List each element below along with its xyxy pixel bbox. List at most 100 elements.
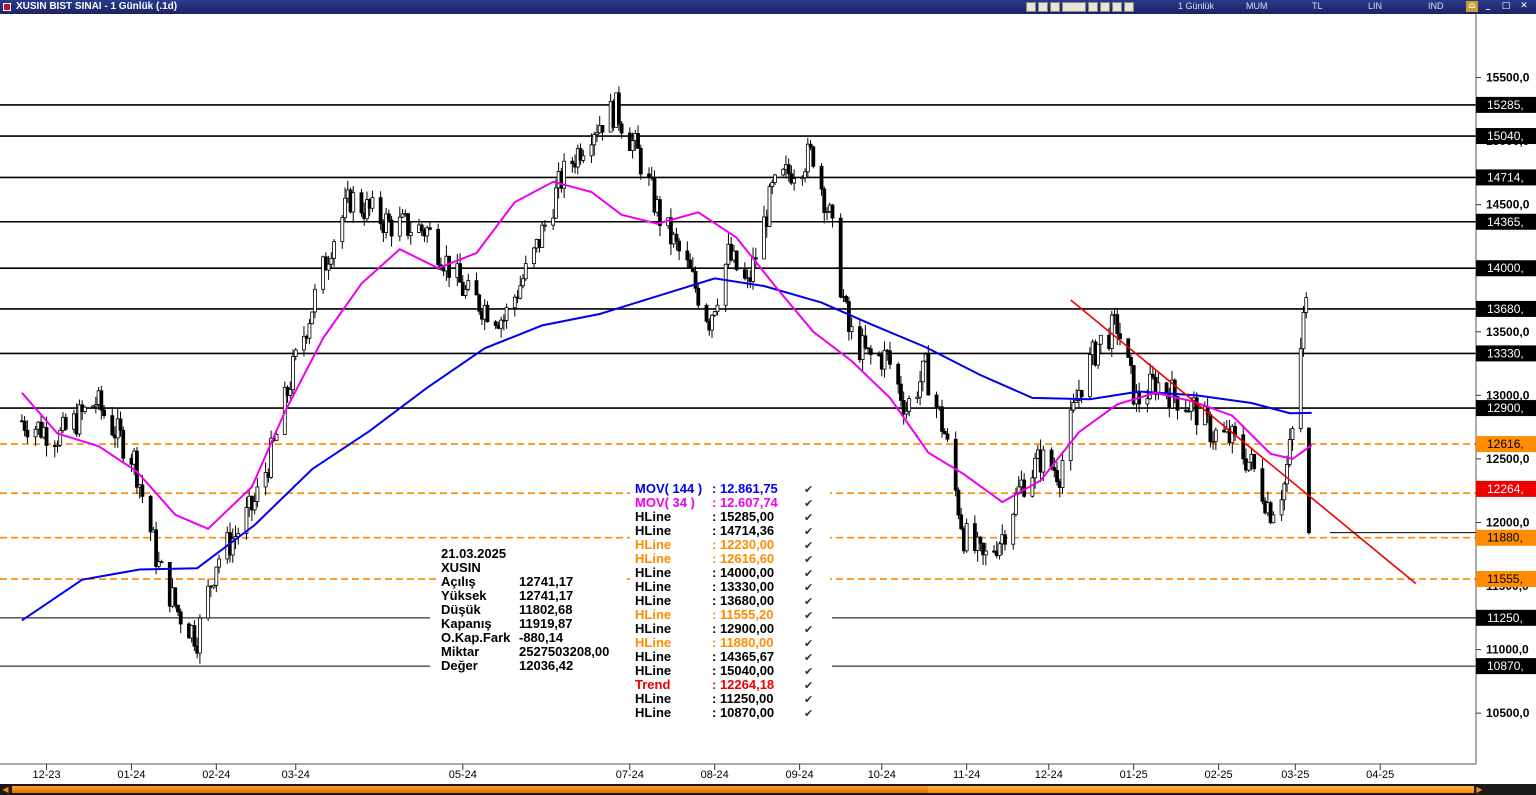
price-tag-label: 11555,: [1487, 572, 1523, 586]
color-icon[interactable]: [1112, 2, 1122, 12]
scroll-left-icon[interactable]: ◀: [1, 785, 10, 794]
pin-icon[interactable]: ⌂: [1466, 1, 1478, 12]
candle: [1129, 357, 1133, 366]
info-value: 12741,17: [519, 574, 573, 589]
legend-check-icon[interactable]: ✔: [804, 539, 813, 552]
candle: [934, 394, 939, 408]
ma-34-line: [21, 180, 1313, 530]
candle: [1098, 334, 1103, 345]
candle: [477, 294, 482, 312]
currency-selector[interactable]: TL: [1312, 1, 1323, 11]
legend-check-icon[interactable]: ✔: [804, 567, 813, 580]
candle: [25, 429, 30, 438]
legend-value: : 15040,00: [712, 663, 774, 678]
legend-name: HLine: [635, 593, 671, 608]
legend-check-icon[interactable]: ✔: [804, 679, 813, 692]
legend-value: : 11880,00: [712, 635, 773, 650]
maximize-icon[interactable]: □: [1500, 1, 1512, 12]
candle: [343, 197, 347, 219]
candle: [340, 217, 345, 242]
trend-line[interactable]: [1070, 299, 1417, 585]
y-tick-label: 15500,0: [1486, 71, 1530, 85]
price-tag-label: 10870,: [1487, 659, 1524, 673]
scroll-track[interactable]: [12, 786, 1474, 793]
legend-check-icon[interactable]: ✔: [804, 553, 813, 566]
legend-value: : 12230,00: [712, 537, 774, 552]
candle: [786, 164, 791, 175]
candle: [329, 257, 334, 265]
info-label: Düşük: [441, 602, 482, 617]
candle: [1290, 428, 1295, 440]
legend-check-icon[interactable]: ✔: [804, 707, 813, 720]
period-selector[interactable]: 1 Günlük: [1178, 1, 1214, 11]
legend-check-icon[interactable]: ✔: [804, 651, 813, 664]
candle: [512, 296, 517, 309]
x-tick-label: 05-24: [449, 769, 477, 781]
candle: [255, 486, 260, 502]
chart-type-selector[interactable]: MUM: [1246, 1, 1268, 11]
price-tag-label: 12616,: [1487, 437, 1524, 451]
candle: [485, 304, 490, 323]
legend-check-icon[interactable]: ✔: [804, 609, 813, 622]
settings-icon[interactable]: [1124, 2, 1134, 12]
indicator-selector[interactable]: IND: [1428, 1, 1444, 11]
legend-check-icon[interactable]: ✔: [804, 511, 813, 524]
pan-icon[interactable]: [1038, 2, 1048, 12]
candle: [313, 288, 317, 313]
tool-icon[interactable]: [1062, 2, 1086, 12]
legend-value: : 14365,67: [712, 649, 774, 664]
legend-check-icon[interactable]: ✔: [804, 693, 813, 706]
candle: [458, 263, 462, 283]
legend-check-icon[interactable]: ✔: [804, 665, 813, 678]
candle: [408, 232, 413, 236]
minimize-icon[interactable]: _: [1482, 1, 1494, 12]
candle: [1118, 333, 1122, 340]
legend-check-icon[interactable]: ✔: [804, 637, 813, 650]
candle: [326, 263, 331, 271]
legend-check-icon[interactable]: ✔: [804, 581, 813, 594]
info-label: O.Kap.Fark: [441, 630, 511, 645]
candle: [926, 353, 931, 396]
candle: [619, 123, 624, 134]
candle: [956, 489, 961, 516]
candle: [351, 192, 356, 213]
x-tick-label: 07-24: [616, 769, 644, 781]
candle: [838, 217, 843, 298]
candle: [1033, 457, 1038, 479]
candle: [1052, 467, 1057, 471]
legend-check-icon[interactable]: ✔: [804, 623, 813, 636]
candle: [1304, 297, 1309, 313]
price-tag-label: 12264,: [1487, 482, 1524, 496]
info-label: Miktar: [441, 644, 479, 659]
candle: [307, 323, 312, 339]
price-tag-label: 14714,: [1487, 170, 1524, 184]
legend-check-icon[interactable]: ✔: [804, 483, 813, 496]
candle: [677, 240, 682, 252]
candle: [176, 604, 180, 613]
candle: [1003, 534, 1007, 545]
candle: [704, 304, 709, 322]
horizontal-scrollbar[interactable]: ◀ ▶: [0, 784, 1536, 795]
legend-name: HLine: [635, 509, 671, 524]
draw-icon[interactable]: [1088, 2, 1098, 12]
x-tick-label: 02-24: [202, 769, 230, 781]
zoom-icon[interactable]: [1026, 2, 1036, 12]
close-icon[interactable]: ✕: [1518, 1, 1530, 12]
price-chart[interactable]: 15500,015000,014500,014000,013500,013000…: [0, 14, 1536, 784]
legend-name: HLine: [635, 565, 671, 580]
candle: [1060, 460, 1065, 488]
legend-check-icon[interactable]: ✔: [804, 595, 813, 608]
candle: [82, 406, 87, 412]
candle: [636, 133, 640, 149]
candle: [600, 125, 605, 133]
candle: [154, 529, 158, 567]
scroll-thumb[interactable]: [928, 786, 1474, 793]
scale-selector[interactable]: LIN: [1368, 1, 1382, 11]
legend-check-icon[interactable]: ✔: [804, 525, 813, 538]
scroll-right-icon[interactable]: ▶: [1475, 785, 1484, 794]
candle: [808, 143, 813, 148]
candle: [551, 217, 556, 226]
legend-check-icon[interactable]: ✔: [804, 497, 813, 510]
line-icon[interactable]: [1100, 2, 1110, 12]
cursor-icon[interactable]: [1050, 2, 1060, 12]
